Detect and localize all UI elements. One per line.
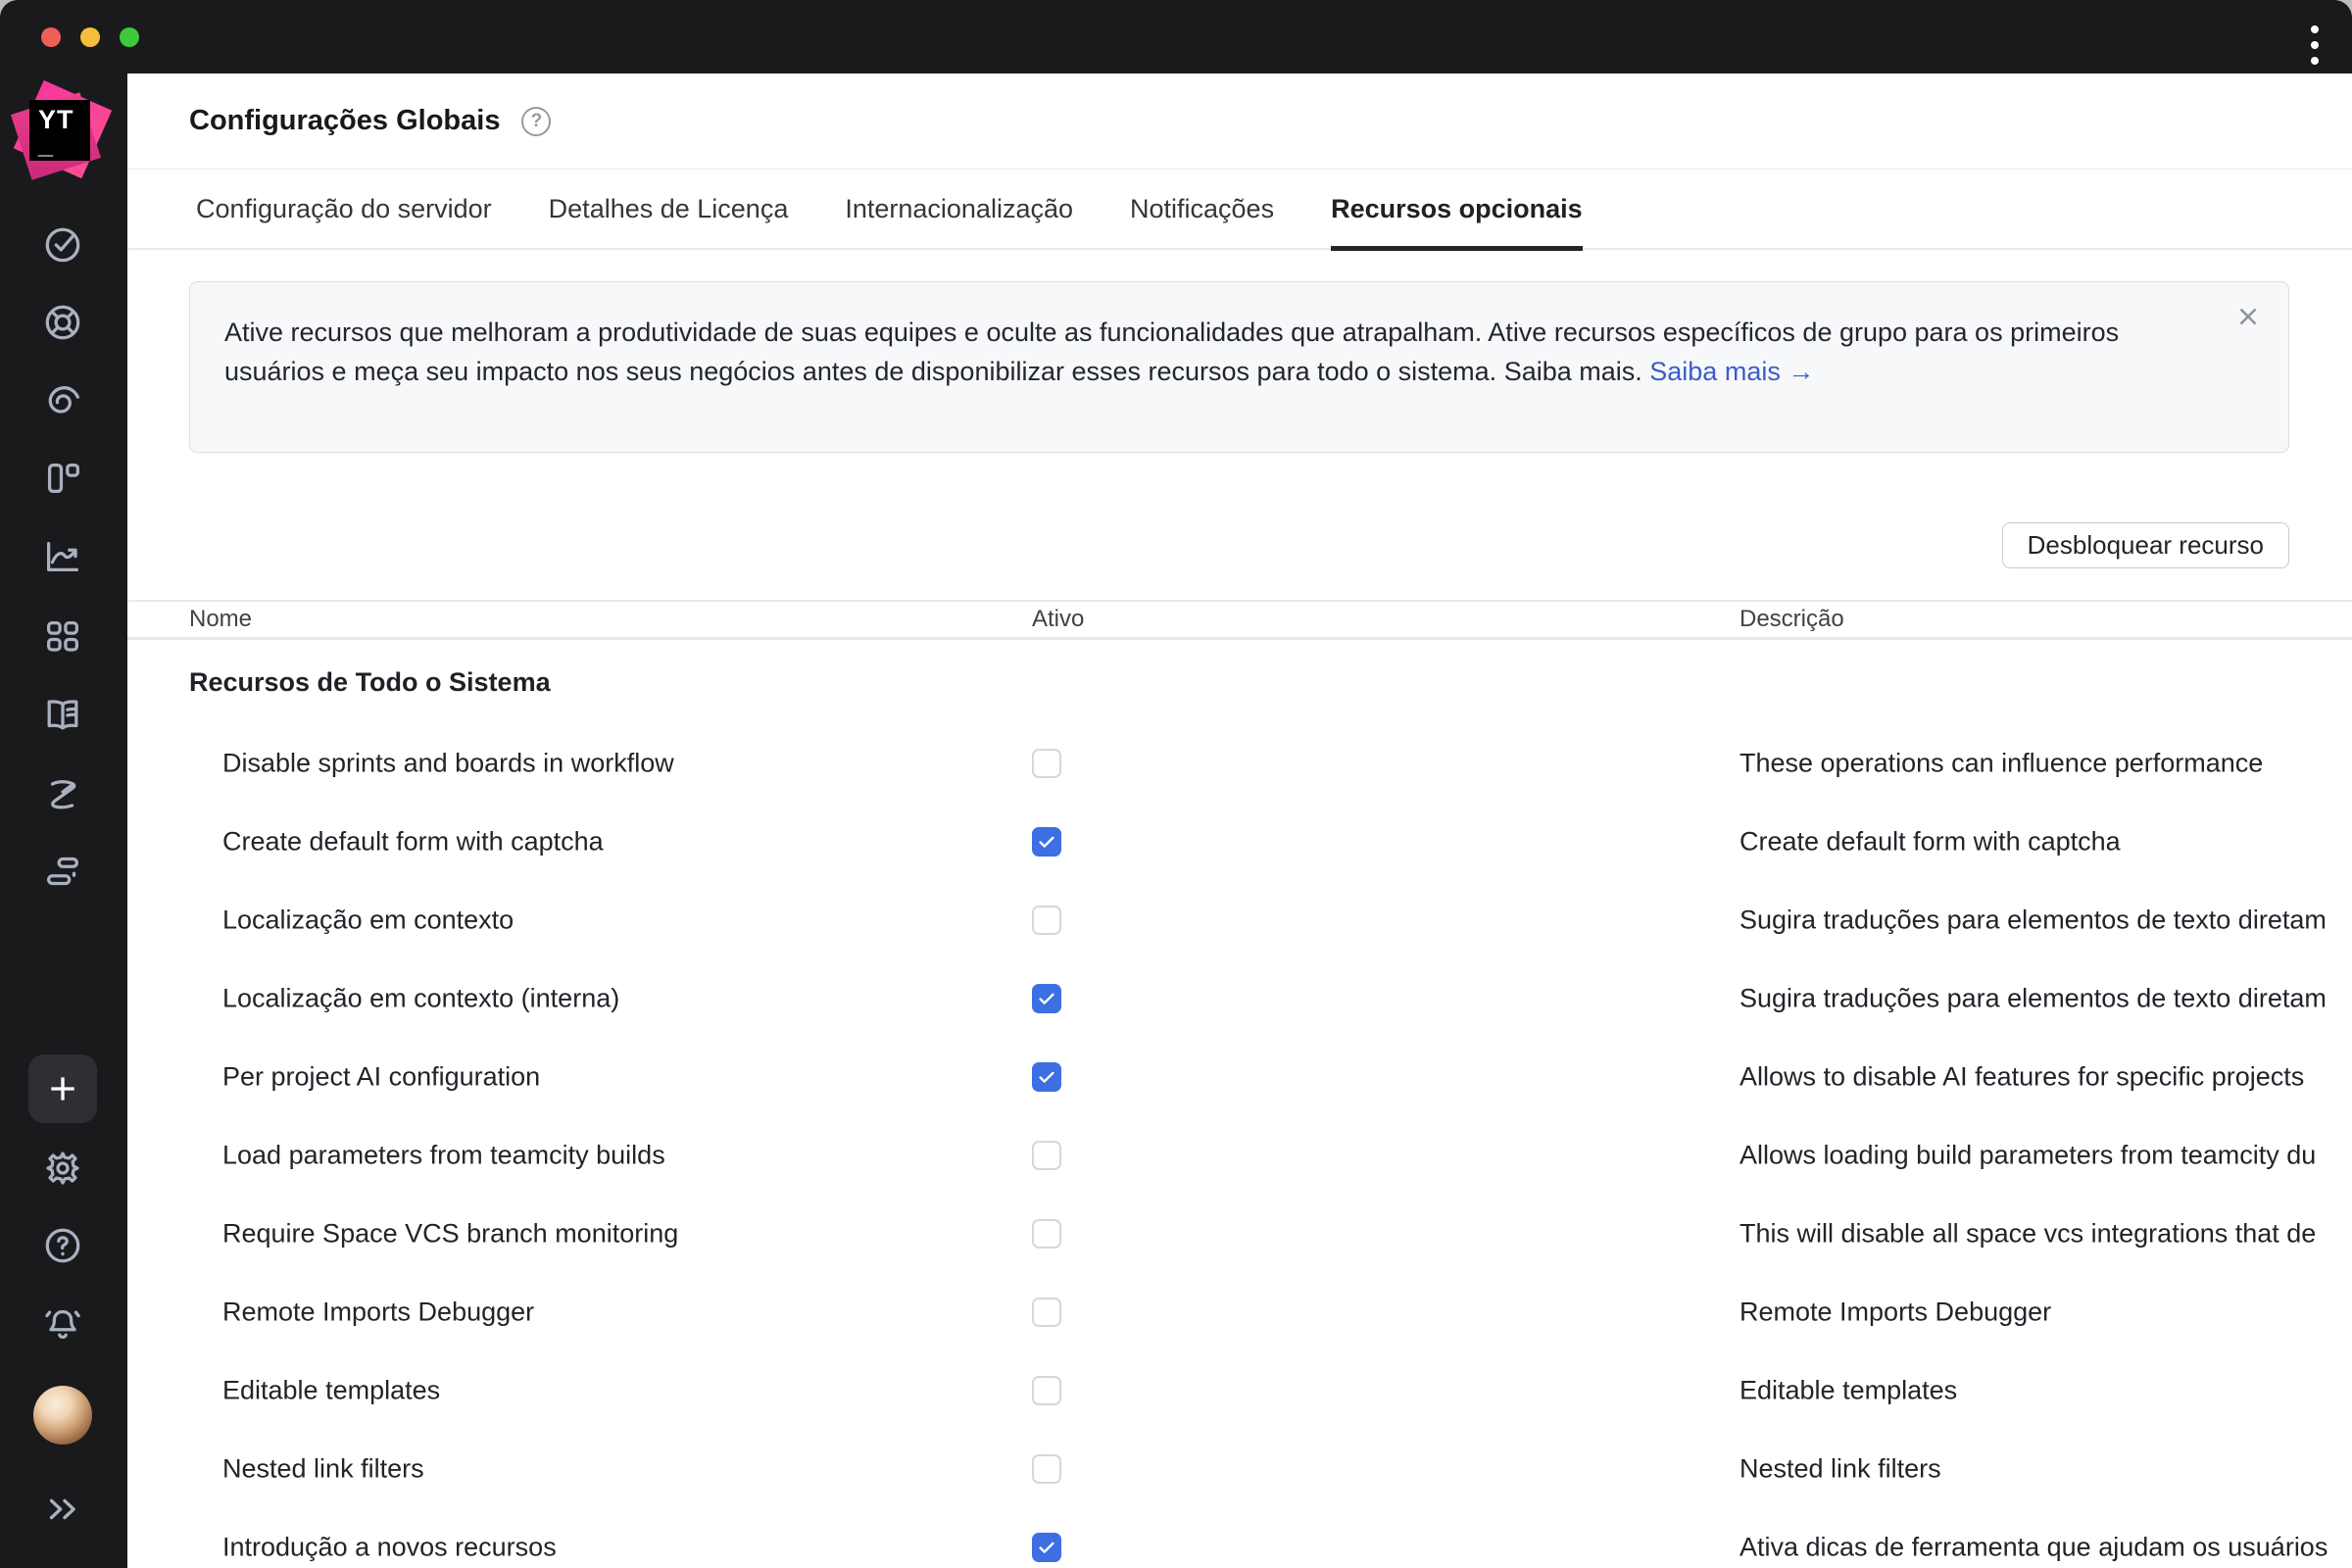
tab-notificações[interactable]: Notificações [1130,169,1274,249]
tab-bar: Configuração do servidor Detalhes de Lice… [127,169,2352,251]
feature-name: Per project AI configuration [222,1061,541,1092]
page-title: Configurações Globais [189,105,501,136]
feature-checkbox[interactable] [1032,1533,1061,1562]
action-row: Desbloquear recurso [127,522,2289,568]
feature-description: Create default form with captcha [1740,826,2121,857]
feature-name: Introdução a novos recursos [222,1532,557,1562]
app-window: YT _ Configurações Globais ? Configuraçã… [0,0,2352,1568]
grid-apps-icon[interactable] [40,613,85,659]
feature-name: Disable sprints and boards in workflow [222,748,674,778]
youtrack-logo[interactable]: YT _ [10,79,113,180]
feature-name: Load parameters from teamcity builds [222,1140,665,1170]
feature-description: These operations can influence performan… [1740,748,2264,778]
section-header: Recursos de Todo o Sistema [189,666,551,697]
unlock-feature-button[interactable]: Desbloquear recurso [2001,522,2289,568]
feature-name: Nested link filters [222,1453,424,1484]
table-row: Localização em contexto (interna) Sugira… [127,959,2352,1038]
feature-name: Localização em contexto (interna) [222,983,620,1013]
banner-body: Ative recursos que melhoram a produtivid… [224,318,2120,386]
sidebar: YT _ [0,0,127,1568]
feature-name: Editable templates [222,1375,441,1405]
feature-description: Remote Imports Debugger [1740,1297,2052,1327]
feature-description: Sugira traduções para elementos de texto… [1740,905,2327,935]
close-icon[interactable] [2233,302,2263,331]
table-row: Load parameters from teamcity builds All… [127,1116,2352,1195]
tab-configuração-do-servidor[interactable]: Configuração do servidor [196,169,492,249]
feature-checkbox[interactable] [1032,1062,1061,1092]
feature-description: Sugira traduções para elementos de texto… [1740,983,2327,1013]
table-header: Nome Ativo Descrição [127,600,2352,640]
banner-text: Ative recursos que melhoram a produtivid… [224,313,2199,391]
info-banner: Ative recursos que melhoram a produtivid… [189,281,2289,453]
bell-icon[interactable] [40,1301,85,1347]
column-header-description: Descrição [1740,606,1844,632]
feature-description: Editable templates [1740,1375,1958,1405]
table-row: Editable templates Editable templates [127,1351,2352,1430]
column-header-name: Nome [189,606,253,632]
tab-recursos-opcionais[interactable]: Recursos opcionais [1331,169,1583,251]
feature-description: Ativa dicas de ferramenta que ajudam os … [1740,1532,2328,1562]
table-row: Remote Imports Debugger Remote Imports D… [127,1273,2352,1351]
feature-name: Require Space VCS branch monitoring [222,1218,679,1249]
table-row: Localização em contexto Sugira traduções… [127,881,2352,959]
title-bar [0,0,2352,74]
feature-checkbox[interactable] [1032,1454,1061,1484]
feature-checkbox[interactable] [1032,749,1061,778]
learn-more-link[interactable]: Saiba mais → [1649,357,1814,386]
check-circle-icon[interactable] [40,221,85,267]
tab-detalhes-de-licença[interactable]: Detalhes de Licença [549,169,789,249]
table-rows: Disable sprints and boards in workflow T… [127,724,2352,1568]
lifebuoy-icon[interactable] [40,300,85,345]
gantt-rows-icon[interactable] [40,849,85,894]
feature-checkbox[interactable] [1032,1298,1061,1327]
features-table: Nome Ativo Descrição Recursos de Todo o … [127,600,2352,1568]
spiral-icon[interactable] [40,378,85,423]
feature-description: This will disable all space vcs integrat… [1740,1218,2317,1249]
feature-description: Nested link filters [1740,1453,1941,1484]
trend-chart-icon[interactable] [40,534,85,579]
feature-name: Localização em contexto [222,905,514,935]
create-plus-button[interactable] [28,1054,97,1123]
book-icon[interactable] [40,692,85,737]
feature-checkbox[interactable] [1032,984,1061,1013]
table-row: Require Space VCS branch monitoring This… [127,1195,2352,1273]
feature-description: Allows to disable AI features for specif… [1740,1061,2305,1092]
main-content: Configurações Globais ? Configuração do … [127,74,2352,1568]
feature-checkbox[interactable] [1032,1141,1061,1170]
page-header: Configurações Globais ? [127,74,2352,170]
feature-checkbox[interactable] [1032,1376,1061,1405]
table-row: Introdução a novos recursos Ativa dicas … [127,1508,2352,1568]
feature-name: Create default form with captcha [222,826,604,857]
feature-checkbox[interactable] [1032,906,1061,935]
gear-icon[interactable] [40,1146,85,1191]
kebab-menu-icon[interactable] [2307,22,2323,69]
avatar[interactable] [33,1386,92,1445]
column-header-active: Ativo [1032,606,1085,632]
double-chevron-right-icon[interactable] [40,1487,85,1532]
hourglass-icon[interactable] [40,771,85,816]
feature-checkbox[interactable] [1032,827,1061,857]
feature-checkbox[interactable] [1032,1219,1061,1249]
table-row: Per project AI configuration Allows to d… [127,1038,2352,1116]
tab-internacionalização[interactable]: Internacionalização [845,169,1073,249]
table-row: Create default form with captcha Create … [127,803,2352,881]
feature-description: Allows loading build parameters from tea… [1740,1140,2317,1170]
help-circle-icon[interactable]: ? [521,106,552,136]
help-circle-icon[interactable] [40,1223,85,1268]
table-row: Nested link filters Nested link filters [127,1430,2352,1508]
board-columns-icon[interactable] [40,456,85,501]
feature-name: Remote Imports Debugger [222,1297,535,1327]
table-row: Disable sprints and boards in workflow T… [127,724,2352,803]
